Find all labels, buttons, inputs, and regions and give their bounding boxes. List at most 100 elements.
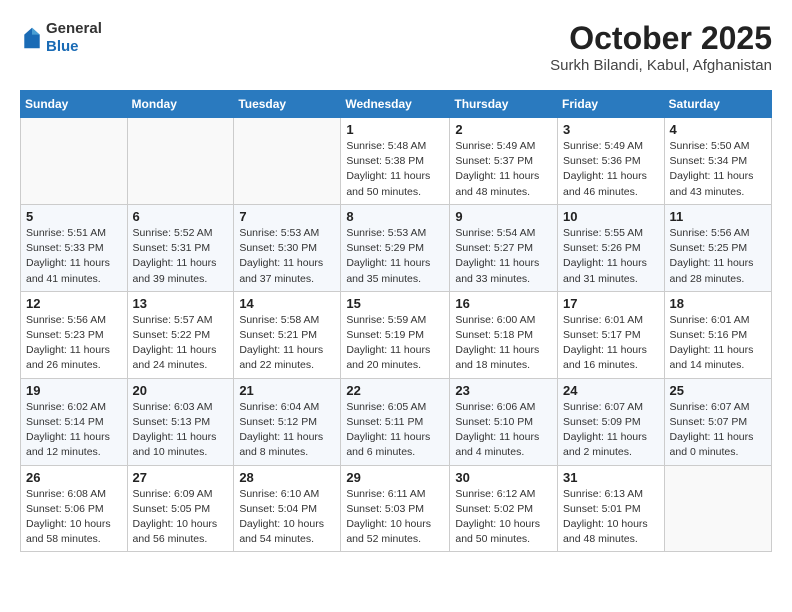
logo-icon	[22, 26, 42, 50]
day-number: 17	[563, 296, 659, 311]
calendar-cell: 5Sunrise: 5:51 AM Sunset: 5:33 PM Daylig…	[21, 204, 128, 291]
calendar-cell: 25Sunrise: 6:07 AM Sunset: 5:07 PM Dayli…	[664, 378, 771, 465]
day-number: 12	[26, 296, 122, 311]
calendar-cell: 13Sunrise: 5:57 AM Sunset: 5:22 PM Dayli…	[127, 291, 234, 378]
weekday-header: Saturday	[664, 91, 771, 118]
day-info: Sunrise: 5:56 AM Sunset: 5:25 PM Dayligh…	[670, 226, 766, 287]
logo-general: General	[46, 20, 102, 38]
day-info: Sunrise: 6:01 AM Sunset: 5:16 PM Dayligh…	[670, 313, 766, 374]
calendar-week-row: 26 Sunrise: 6:08 AM Sunset: 5:06 PM Dayli…	[21, 465, 772, 552]
day-number: 11	[670, 209, 766, 224]
day-number: 5	[26, 209, 122, 224]
day-number: 10	[563, 209, 659, 224]
day-number: 18	[670, 296, 766, 311]
day-info: Sunrise: 6:05 AM Sunset: 5:11 PM Dayligh…	[346, 400, 444, 461]
page-header: General Blue October 2025 Surkh Bilandi,…	[20, 20, 772, 74]
day-number: 2	[455, 122, 552, 137]
calendar-cell: 4 Sunrise: 5:50 AM Sunset: 5:34 PM Daylig…	[664, 118, 771, 205]
calendar-cell: 2 Sunrise: 5:49 AM Sunset: 5:37 PM Daylig…	[450, 118, 558, 205]
calendar-cell	[664, 465, 771, 552]
day-number: 30	[455, 470, 552, 485]
calendar-cell: 14 Sunrise: 5:58 AM Sunset: 5:21 PM Dayli…	[234, 291, 341, 378]
day-info: Sunrise: 6:12 AM Sunset: 5:02 PM Dayligh…	[455, 487, 552, 548]
logo-blue: Blue	[46, 38, 102, 56]
day-number: 13	[133, 296, 229, 311]
calendar-cell: 28 Sunrise: 6:10 AM Sunset: 5:04 PM Dayli…	[234, 465, 341, 552]
day-info: Sunrise: 6:06 AM Sunset: 5:10 PM Dayligh…	[455, 400, 552, 461]
calendar-cell: 11 Sunrise: 5:56 AM Sunset: 5:25 PM Dayli…	[664, 204, 771, 291]
logo-text: General Blue	[46, 20, 102, 56]
weekday-header: Sunday	[21, 91, 128, 118]
day-info: Sunrise: 6:03 AM Sunset: 5:13 PM Dayligh…	[133, 400, 229, 461]
calendar-cell: 23Sunrise: 6:06 AM Sunset: 5:10 PM Dayli…	[450, 378, 558, 465]
day-info: Sunrise: 6:02 AM Sunset: 5:14 PM Dayligh…	[26, 400, 122, 461]
day-info: Sunrise: 6:11 AM Sunset: 5:03 PM Dayligh…	[346, 487, 444, 548]
calendar-week-row: 12 Sunrise: 5:56 AM Sunset: 5:23 PM Dayli…	[21, 291, 772, 378]
calendar-header-row: SundayMondayTuesdayWednesdayThursdayFrid…	[21, 91, 772, 118]
calendar-week-row: 5Sunrise: 5:51 AM Sunset: 5:33 PM Daylig…	[21, 204, 772, 291]
calendar-cell: 31Sunrise: 6:13 AM Sunset: 5:01 PM Dayli…	[558, 465, 665, 552]
day-info: Sunrise: 5:53 AM Sunset: 5:29 PM Dayligh…	[346, 226, 444, 287]
calendar-week-row: 19Sunrise: 6:02 AM Sunset: 5:14 PM Dayli…	[21, 378, 772, 465]
calendar-cell: 17 Sunrise: 6:01 AM Sunset: 5:17 PM Dayli…	[558, 291, 665, 378]
day-number: 25	[670, 383, 766, 398]
day-info: Sunrise: 5:50 AM Sunset: 5:34 PM Dayligh…	[670, 139, 766, 200]
weekday-header: Friday	[558, 91, 665, 118]
day-number: 9	[455, 209, 552, 224]
day-number: 27	[133, 470, 229, 485]
calendar-table: SundayMondayTuesdayWednesdayThursdayFrid…	[20, 90, 772, 552]
day-number: 29	[346, 470, 444, 485]
calendar-cell: 10Sunrise: 5:55 AM Sunset: 5:26 PM Dayli…	[558, 204, 665, 291]
day-info: Sunrise: 6:09 AM Sunset: 5:05 PM Dayligh…	[133, 487, 229, 548]
weekday-header: Thursday	[450, 91, 558, 118]
day-number: 26	[26, 470, 122, 485]
day-number: 21	[239, 383, 335, 398]
calendar-cell: 24 Sunrise: 6:07 AM Sunset: 5:09 PM Dayli…	[558, 378, 665, 465]
calendar-cell: 26 Sunrise: 6:08 AM Sunset: 5:06 PM Dayli…	[21, 465, 128, 552]
calendar-cell: 9 Sunrise: 5:54 AM Sunset: 5:27 PM Daylig…	[450, 204, 558, 291]
calendar-cell: 3Sunrise: 5:49 AM Sunset: 5:36 PM Daylig…	[558, 118, 665, 205]
day-number: 7	[239, 209, 335, 224]
day-number: 28	[239, 470, 335, 485]
day-info: Sunrise: 6:07 AM Sunset: 5:09 PM Dayligh…	[563, 400, 659, 461]
day-info: Sunrise: 6:04 AM Sunset: 5:12 PM Dayligh…	[239, 400, 335, 461]
calendar-cell: 30 Sunrise: 6:12 AM Sunset: 5:02 PM Dayli…	[450, 465, 558, 552]
day-info: Sunrise: 5:56 AM Sunset: 5:23 PM Dayligh…	[26, 313, 122, 374]
day-number: 31	[563, 470, 659, 485]
day-info: Sunrise: 5:48 AM Sunset: 5:38 PM Dayligh…	[346, 139, 444, 200]
day-info: Sunrise: 5:54 AM Sunset: 5:27 PM Dayligh…	[455, 226, 552, 287]
day-number: 15	[346, 296, 444, 311]
day-number: 16	[455, 296, 552, 311]
day-info: Sunrise: 5:58 AM Sunset: 5:21 PM Dayligh…	[239, 313, 335, 374]
calendar-cell: 22 Sunrise: 6:05 AM Sunset: 5:11 PM Dayli…	[341, 378, 450, 465]
day-number: 22	[346, 383, 444, 398]
calendar-cell: 19Sunrise: 6:02 AM Sunset: 5:14 PM Dayli…	[21, 378, 128, 465]
calendar-cell: 21 Sunrise: 6:04 AM Sunset: 5:12 PM Dayli…	[234, 378, 341, 465]
day-number: 24	[563, 383, 659, 398]
day-number: 20	[133, 383, 229, 398]
calendar-cell	[234, 118, 341, 205]
day-number: 8	[346, 209, 444, 224]
day-number: 1	[346, 122, 444, 137]
calendar-cell: 15 Sunrise: 5:59 AM Sunset: 5:19 PM Dayli…	[341, 291, 450, 378]
calendar-cell: 18 Sunrise: 6:01 AM Sunset: 5:16 PM Dayli…	[664, 291, 771, 378]
weekday-header: Monday	[127, 91, 234, 118]
day-info: Sunrise: 6:00 AM Sunset: 5:18 PM Dayligh…	[455, 313, 552, 374]
calendar-cell: 6Sunrise: 5:52 AM Sunset: 5:31 PM Daylig…	[127, 204, 234, 291]
day-number: 14	[239, 296, 335, 311]
day-info: Sunrise: 5:52 AM Sunset: 5:31 PM Dayligh…	[133, 226, 229, 287]
calendar-cell: 27 Sunrise: 6:09 AM Sunset: 5:05 PM Dayli…	[127, 465, 234, 552]
calendar-cell: 16 Sunrise: 6:00 AM Sunset: 5:18 PM Dayli…	[450, 291, 558, 378]
logo: General Blue	[20, 20, 102, 56]
calendar-cell: 29 Sunrise: 6:11 AM Sunset: 5:03 PM Dayli…	[341, 465, 450, 552]
calendar-week-row: 1 Sunrise: 5:48 AM Sunset: 5:38 PM Daylig…	[21, 118, 772, 205]
day-info: Sunrise: 6:08 AM Sunset: 5:06 PM Dayligh…	[26, 487, 122, 548]
day-number: 4	[670, 122, 766, 137]
title-block: October 2025 Surkh Bilandi, Kabul, Afgha…	[550, 20, 772, 74]
day-info: Sunrise: 6:10 AM Sunset: 5:04 PM Dayligh…	[239, 487, 335, 548]
calendar-cell: 1 Sunrise: 5:48 AM Sunset: 5:38 PM Daylig…	[341, 118, 450, 205]
day-info: Sunrise: 5:59 AM Sunset: 5:19 PM Dayligh…	[346, 313, 444, 374]
weekday-header: Tuesday	[234, 91, 341, 118]
day-info: Sunrise: 5:49 AM Sunset: 5:37 PM Dayligh…	[455, 139, 552, 200]
day-info: Sunrise: 6:01 AM Sunset: 5:17 PM Dayligh…	[563, 313, 659, 374]
